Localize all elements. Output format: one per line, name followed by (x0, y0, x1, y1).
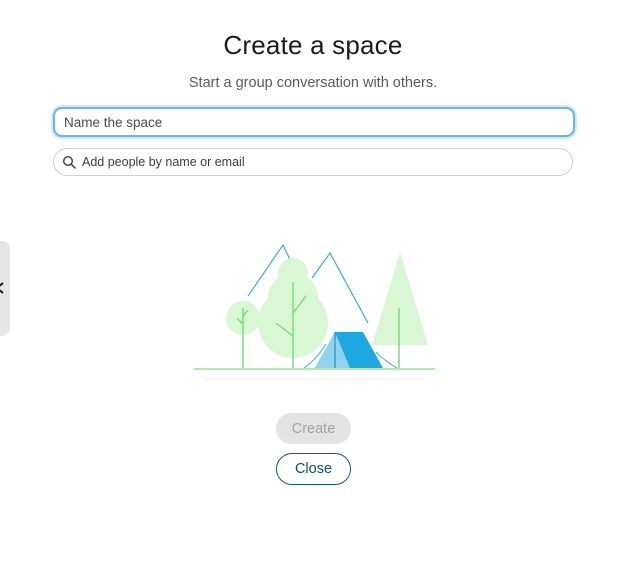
dialog-subtitle: Start a group conversation with others. (188, 75, 438, 91)
side-panel-toggle[interactable] (0, 241, 10, 336)
campsite-illustration (194, 243, 435, 380)
create-button[interactable]: Create (276, 413, 351, 444)
space-name-input[interactable] (53, 107, 575, 137)
chevron-left-icon (0, 282, 4, 294)
close-button[interactable]: Close (276, 453, 351, 485)
create-space-dialog: Create a space Start a group conversatio… (0, 0, 626, 579)
search-icon (62, 155, 76, 169)
pine-tree (372, 252, 428, 345)
dialog-title: Create a space (223, 30, 403, 60)
add-people-field[interactable] (53, 148, 573, 176)
add-people-input[interactable] (82, 152, 562, 172)
